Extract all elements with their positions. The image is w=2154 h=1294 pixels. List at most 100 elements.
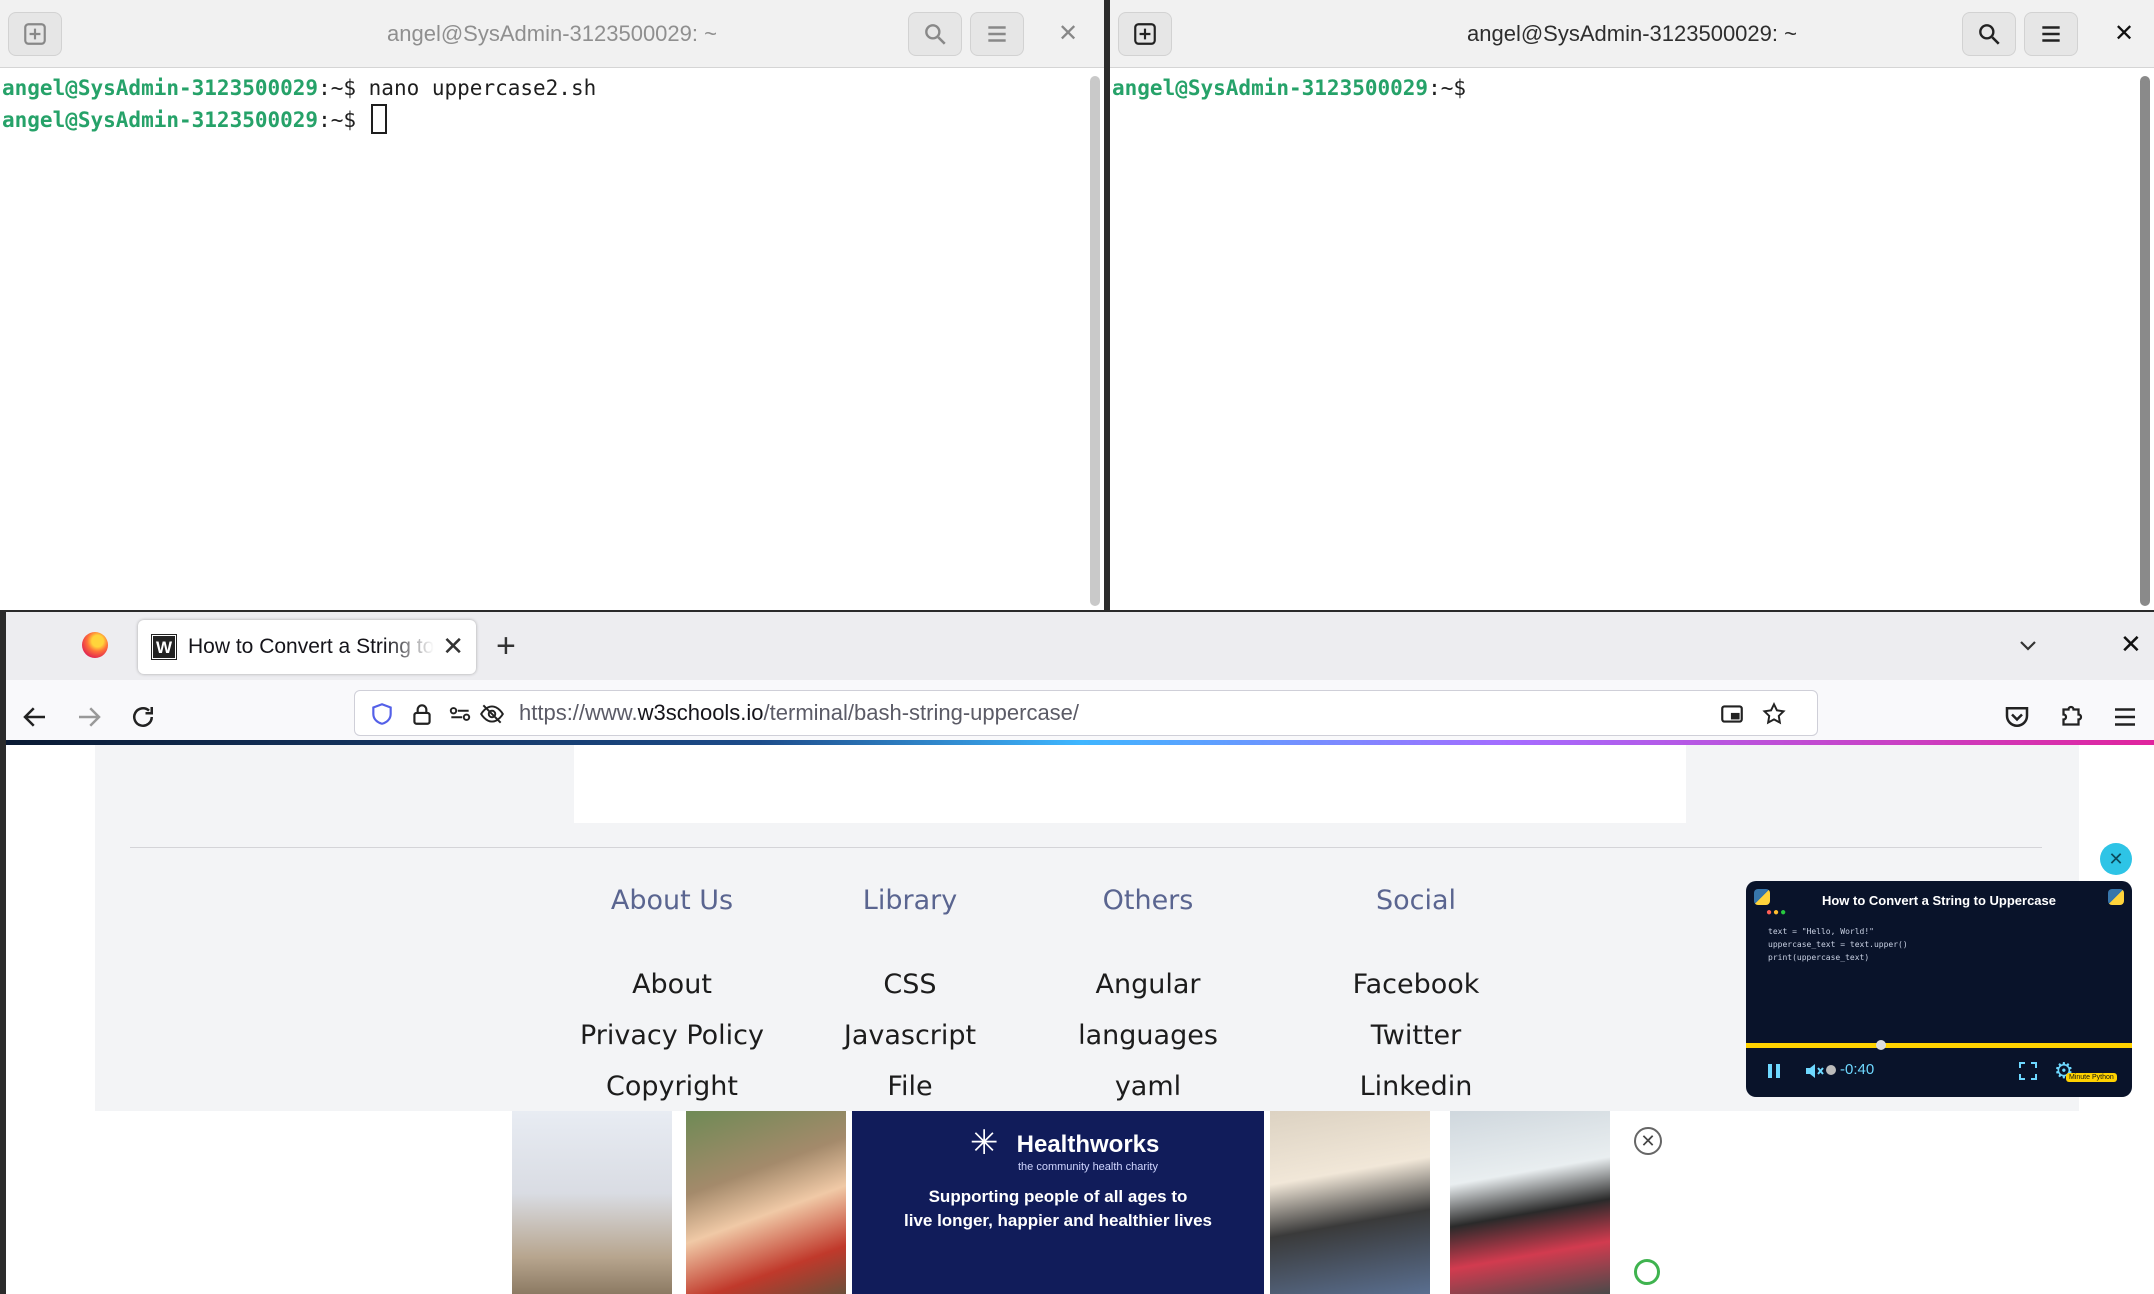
pause-icon[interactable]	[1764, 1061, 1784, 1081]
forward-arrow-icon[interactable]	[74, 702, 104, 732]
footer-column-library: Library CSS Javascript File Extension	[780, 877, 1040, 1151]
terminal-window-right[interactable]: angel@SysAdmin-3123500029: ~ ✕ angel@Sys…	[1110, 0, 2154, 610]
terminal-headerbar: angel@SysAdmin-3123500029: ~ ✕	[0, 0, 1104, 68]
footer-link-linkedin[interactable]: Linkedin	[1286, 1061, 1546, 1112]
fullscreen-icon[interactable]	[2018, 1061, 2038, 1081]
footer-column-social: Social Facebook Twitter Linkedin	[1286, 877, 1546, 1112]
search-icon	[1979, 24, 2000, 45]
ad-photo-fitness-class	[512, 1111, 672, 1294]
muted-speaker-icon[interactable]	[1802, 1059, 1826, 1083]
extensions-puzzle-icon[interactable]	[2056, 702, 2086, 732]
ad-photo-gym	[1450, 1111, 1610, 1294]
terminal-line: angel@SysAdmin-3123500029:~$ nano upperc…	[2, 72, 1104, 104]
ad-close-icon[interactable]: ✕	[1634, 1127, 1662, 1155]
footer-heading: Library	[862, 885, 958, 916]
footer-column-about-us: About Us About Privacy Policy Copyright	[542, 877, 802, 1112]
tab-bar: W How to Convert a String to Uppercase i…	[6, 612, 2154, 680]
footer-divider	[130, 847, 2042, 848]
footer-link-copyright[interactable]: Copyright	[542, 1061, 802, 1112]
command-text: nano uppercase2.sh	[368, 76, 597, 100]
tracking-shield-icon[interactable]	[369, 701, 395, 727]
menu-button[interactable]	[970, 12, 1024, 56]
ad-photo-child	[686, 1111, 846, 1294]
prompt-user: angel@SysAdmin-3123500029	[1112, 76, 1429, 100]
firefox-window[interactable]: W How to Convert a String to Uppercase i…	[6, 612, 2154, 1294]
ad-brand-subtitle: the community health charity	[1017, 1161, 1158, 1173]
app-menu-hamburger-icon[interactable]	[2110, 702, 2140, 732]
url-path: /terminal/bash-string-uppercase/	[763, 700, 1080, 725]
bookmark-star-icon[interactable]	[1761, 701, 1787, 727]
url-text[interactable]: https://www.w3schools.io/terminal/bash-s…	[519, 691, 1079, 735]
ad-photo-physio	[1270, 1111, 1430, 1294]
footer-link-languages[interactable]: languages	[1018, 1010, 1278, 1061]
video-close-icon[interactable]: ✕	[2100, 843, 2132, 875]
terminal-window-left[interactable]: angel@SysAdmin-3123500029: ~ ✕ angel@Sys…	[0, 0, 1104, 610]
search-button[interactable]	[1962, 12, 2016, 56]
video-time-remaining: -0:40	[1840, 1061, 1875, 1078]
video-progress-knob[interactable]	[1876, 1040, 1886, 1050]
ad-tagline: Supporting people of all ages to live lon…	[852, 1185, 1264, 1233]
ad-brand-panel: ✳ Healthworks the community health chari…	[852, 1111, 1264, 1294]
footer-link-css[interactable]: CSS	[780, 959, 1040, 1010]
close-icon[interactable]: ✕	[2114, 18, 2134, 50]
url-domain: w3schools.io	[637, 700, 764, 725]
browser-tab-active[interactable]: W How to Convert a String to Uppercase i…	[138, 620, 476, 674]
back-arrow-icon[interactable]	[20, 702, 50, 732]
prompt-user: angel@SysAdmin-3123500029	[2, 76, 319, 100]
prompt-symbol: :~$	[318, 76, 369, 100]
terminal-output[interactable]: angel@SysAdmin-3123500029:~$ nano upperc…	[0, 68, 1104, 136]
menu-button[interactable]	[2024, 12, 2078, 56]
list-all-tabs-chevron-icon[interactable]	[2016, 634, 2040, 658]
tracking-blocked-eye-icon[interactable]	[479, 701, 505, 727]
window-close-icon[interactable]: ✕	[2120, 628, 2142, 660]
terminal-headerbar: angel@SysAdmin-3123500029: ~ ✕	[1110, 0, 2154, 68]
video-title: How to Convert a String to Uppercase	[1821, 893, 2057, 908]
footer-link-yaml[interactable]: yaml	[1018, 1061, 1278, 1112]
terminal-line: angel@SysAdmin-3123500029:~$	[1112, 72, 2154, 104]
video-controls: -0:40 ⚙ Minute Python	[1746, 1040, 2132, 1097]
firefox-logo-icon[interactable]	[82, 632, 108, 658]
prompt-user: angel@SysAdmin-3123500029	[2, 108, 319, 132]
picture-in-picture-icon[interactable]	[1719, 701, 1745, 727]
volume-knob[interactable]	[1826, 1065, 1836, 1075]
ad-tagline-line: live longer, happier and healthier lives	[904, 1211, 1212, 1230]
scrollbar[interactable]	[1090, 76, 1100, 606]
new-tab-plus-icon[interactable]: +	[496, 626, 516, 666]
terminal-output[interactable]: angel@SysAdmin-3123500029:~$	[1110, 68, 2154, 104]
ad-brand-name: Healthworks	[1016, 1131, 1160, 1158]
reload-icon[interactable]	[128, 702, 158, 732]
text-cursor	[370, 104, 387, 134]
permissions-icon[interactable]	[447, 701, 473, 727]
video-progress-bar[interactable]	[1746, 1043, 2132, 1048]
pocket-icon[interactable]	[2002, 702, 2032, 732]
tab-title: How to Convert a String to Uppercase in …	[188, 635, 434, 658]
url-bar[interactable]: https://www.w3schools.io/terminal/bash-s…	[354, 690, 1818, 736]
content-card-bottom	[574, 745, 1686, 823]
ad-choices-icon[interactable]	[1634, 1259, 1660, 1285]
prompt-symbol: :~$	[318, 108, 369, 132]
search-icon	[925, 24, 946, 45]
search-button[interactable]	[908, 12, 962, 56]
tab-close-icon[interactable]: ✕	[442, 630, 464, 662]
lock-icon[interactable]	[409, 701, 435, 727]
site-favicon-icon: W	[151, 634, 177, 660]
close-icon[interactable]: ✕	[1058, 18, 1078, 50]
url-prefix: https://www.	[519, 700, 638, 725]
footer-link-about[interactable]: About	[542, 959, 802, 1010]
footer-link-angular[interactable]: Angular	[1018, 959, 1278, 1010]
footer-link-facebook[interactable]: Facebook	[1286, 959, 1546, 1010]
footer-link-twitter[interactable]: Twitter	[1286, 1010, 1546, 1061]
video-channel-badge: Minute Python	[2066, 1073, 2117, 1082]
footer-heading: Social	[1375, 885, 1457, 916]
footer-link-javascript[interactable]: Javascript	[780, 1010, 1040, 1061]
advertisement-banner[interactable]: ✳ Healthworks the community health chari…	[512, 1111, 1610, 1294]
footer-column-others: Others Angular languages yaml	[1018, 877, 1278, 1112]
footer-link-privacy-policy[interactable]: Privacy Policy	[542, 1010, 802, 1061]
web-page-content[interactable]: About Us About Privacy Policy Copyright …	[6, 745, 2154, 1294]
footer-heading: Others	[1102, 885, 1194, 916]
hamburger-icon	[988, 26, 1006, 42]
floating-video-player[interactable]: ●●● How to Convert a String to Uppercase…	[1746, 881, 2132, 1097]
scrollbar[interactable]	[2140, 76, 2150, 606]
ad-tagline-line: Supporting people of all ages to	[928, 1187, 1188, 1206]
hamburger-icon	[2042, 26, 2060, 42]
